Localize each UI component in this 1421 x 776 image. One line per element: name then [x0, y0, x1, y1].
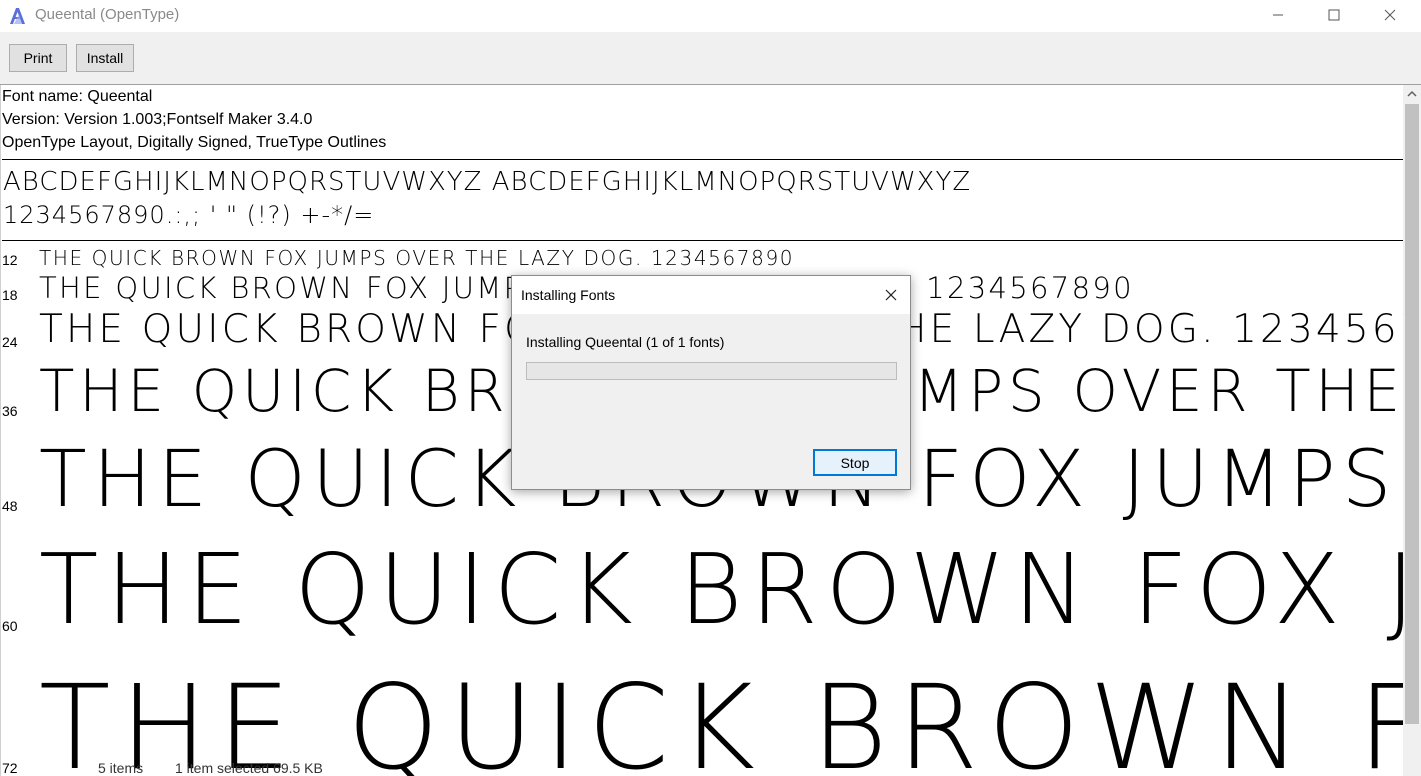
- minimize-icon: [1273, 14, 1283, 16]
- close-button[interactable]: [1367, 0, 1413, 30]
- sample-text: THE QUICK BROWN FOX JUMPS OVER THE LAZY …: [39, 533, 1404, 646]
- divider: [2, 159, 1403, 160]
- font-app-icon: [8, 6, 28, 26]
- status-item-count: 5 items: [98, 762, 144, 776]
- font-name-line: Font name: Queental: [2, 88, 153, 105]
- toolbar: Print Install: [0, 32, 1421, 85]
- sample-size-label: 12: [2, 252, 18, 268]
- install-progress-message: Installing Queental (1 of 1 fonts): [526, 334, 725, 350]
- installing-fonts-dialog: Installing Fonts Installing Queental (1 …: [511, 275, 911, 490]
- sample-text: THE QUICK BROWN FOX JUMPS OVER THE LAZY …: [39, 659, 1404, 776]
- window-title: Queental (OpenType): [35, 6, 180, 23]
- vertical-scrollbar[interactable]: [1403, 85, 1421, 776]
- stop-button[interactable]: Stop: [813, 449, 897, 476]
- scroll-thumb[interactable]: [1405, 104, 1419, 724]
- font-version-line: Version: Version 1.003;Fontself Maker 3.…: [2, 111, 313, 128]
- chevron-up-icon: [1407, 90, 1417, 97]
- sample-size-label: 36: [2, 403, 18, 419]
- sample-size-label: 48: [2, 498, 18, 514]
- font-viewer-window: Queental (OpenType) Print Install Font n…: [0, 0, 1421, 776]
- scroll-up-button[interactable]: [1403, 85, 1421, 103]
- sample-size-label: 24: [2, 334, 18, 350]
- background-status-bar: 5 items 1 item selected 69.5 KB: [0, 762, 1403, 776]
- install-progress-bar: [526, 362, 897, 380]
- close-icon: [1384, 9, 1396, 21]
- font-features-line: OpenType Layout, Digitally Signed, TrueT…: [2, 134, 387, 151]
- maximize-icon: [1328, 9, 1340, 21]
- dialog-title-bar: Installing Fonts: [512, 276, 910, 314]
- maximize-button[interactable]: [1311, 0, 1357, 30]
- install-button[interactable]: Install: [76, 44, 134, 72]
- print-button[interactable]: Print: [9, 44, 67, 72]
- dialog-close-button[interactable]: [877, 284, 905, 306]
- title-bar: Queental (OpenType): [0, 0, 1421, 32]
- dialog-title: Installing Fonts: [521, 287, 616, 303]
- minimize-button[interactable]: [1255, 0, 1301, 30]
- charset-letters: ABCDEFGHIJKLMNOPQRSTUVWXYZ ABCDEFGHIJKLM…: [3, 167, 972, 197]
- sample-text: THE QUICK BROWN FOX JUMPS OVER THE LAZY …: [39, 246, 795, 270]
- sample-size-label: 18: [2, 287, 18, 303]
- divider: [2, 240, 1403, 241]
- charset-symbols: 1234567890.:,; ' " (!?) +-*/=: [3, 201, 375, 229]
- sample-size-label: 60: [2, 618, 18, 634]
- status-selection: 1 item selected 69.5 KB: [175, 762, 323, 776]
- close-icon: [885, 289, 897, 301]
